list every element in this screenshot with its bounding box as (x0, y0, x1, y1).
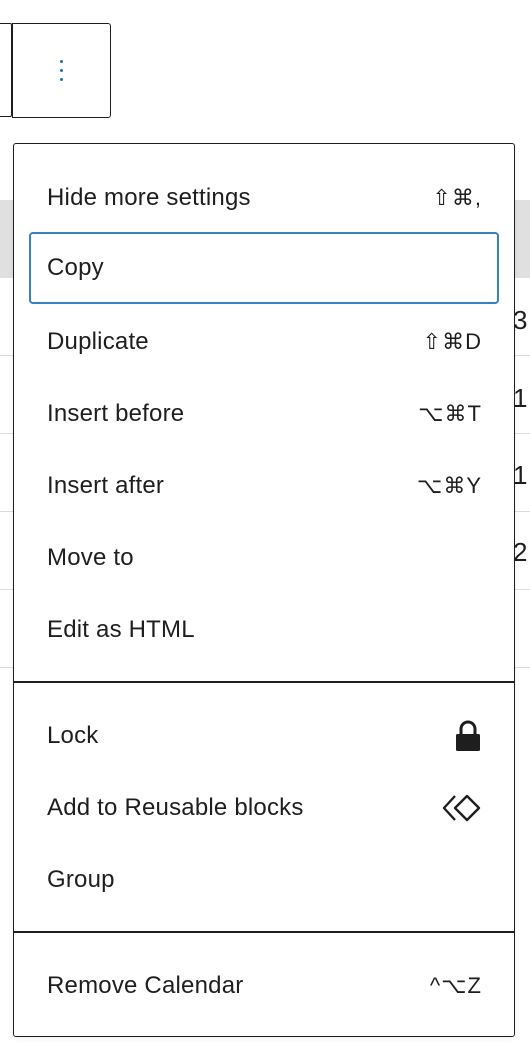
menu-item-label: Insert before (47, 400, 185, 427)
block-toolbar-edge (0, 23, 12, 117)
menu-item-shortcut: ⇧⌘, (432, 185, 482, 210)
menu-item-shortcut: ⌥⌘T (418, 401, 482, 426)
menu-item-hide-more-settings[interactable]: Hide more settings ⇧⌘, (29, 162, 499, 234)
menu-item-duplicate[interactable]: Duplicate ⇧⌘D (29, 306, 499, 378)
menu-item-label: Move to (47, 544, 134, 571)
lock-icon (454, 720, 482, 752)
calendar-cell: 1 (513, 383, 528, 413)
options-button[interactable] (12, 23, 111, 118)
menu-item-shortcut: ⌥⌘Y (416, 473, 482, 498)
menu-item-shortcut: ⇧⌘D (422, 329, 482, 354)
menu-item-lock[interactable]: Lock (29, 700, 499, 772)
editor-canvas: 3 1 1 2 Hide more settings ⇧⌘, Copy Dupl… (0, 0, 530, 1052)
menu-item-edit-as-html[interactable]: Edit as HTML (29, 594, 499, 666)
menu-item-label: Lock (47, 722, 99, 749)
menu-item-label: Remove Calendar (47, 972, 244, 999)
calendar-cell: 2 (513, 537, 528, 567)
menu-item-label: Hide more settings (47, 184, 251, 211)
menu-item-label: Group (47, 866, 115, 893)
menu-item-add-to-reusable-blocks[interactable]: Add to Reusable blocks (29, 772, 499, 844)
menu-item-label: Insert after (47, 472, 165, 499)
menu-item-group[interactable]: Group (29, 844, 499, 916)
menu-item-label: Edit as HTML (47, 616, 195, 643)
menu-item-remove-calendar[interactable]: Remove Calendar ^⌥Z (29, 950, 499, 1022)
menu-item-move-to[interactable]: Move to (29, 522, 499, 594)
menu-item-label: Duplicate (47, 328, 149, 355)
menu-item-label: Copy (47, 254, 104, 281)
calendar-cell: 1 (513, 460, 528, 490)
menu-item-insert-after[interactable]: Insert after ⌥⌘Y (29, 450, 499, 522)
menu-separator (14, 931, 514, 933)
menu-item-insert-before[interactable]: Insert before ⌥⌘T (29, 378, 499, 450)
menu-item-shortcut: ^⌥Z (429, 973, 482, 998)
menu-item-copy[interactable]: Copy (29, 232, 499, 304)
calendar-cell: 3 (513, 305, 528, 335)
reusable-block-icon (442, 793, 482, 823)
menu-separator (14, 681, 514, 683)
block-options-menu: Hide more settings ⇧⌘, Copy Duplicate ⇧⌘… (13, 143, 515, 1037)
menu-item-label: Add to Reusable blocks (47, 794, 304, 821)
vertical-ellipsis-icon (60, 60, 63, 81)
